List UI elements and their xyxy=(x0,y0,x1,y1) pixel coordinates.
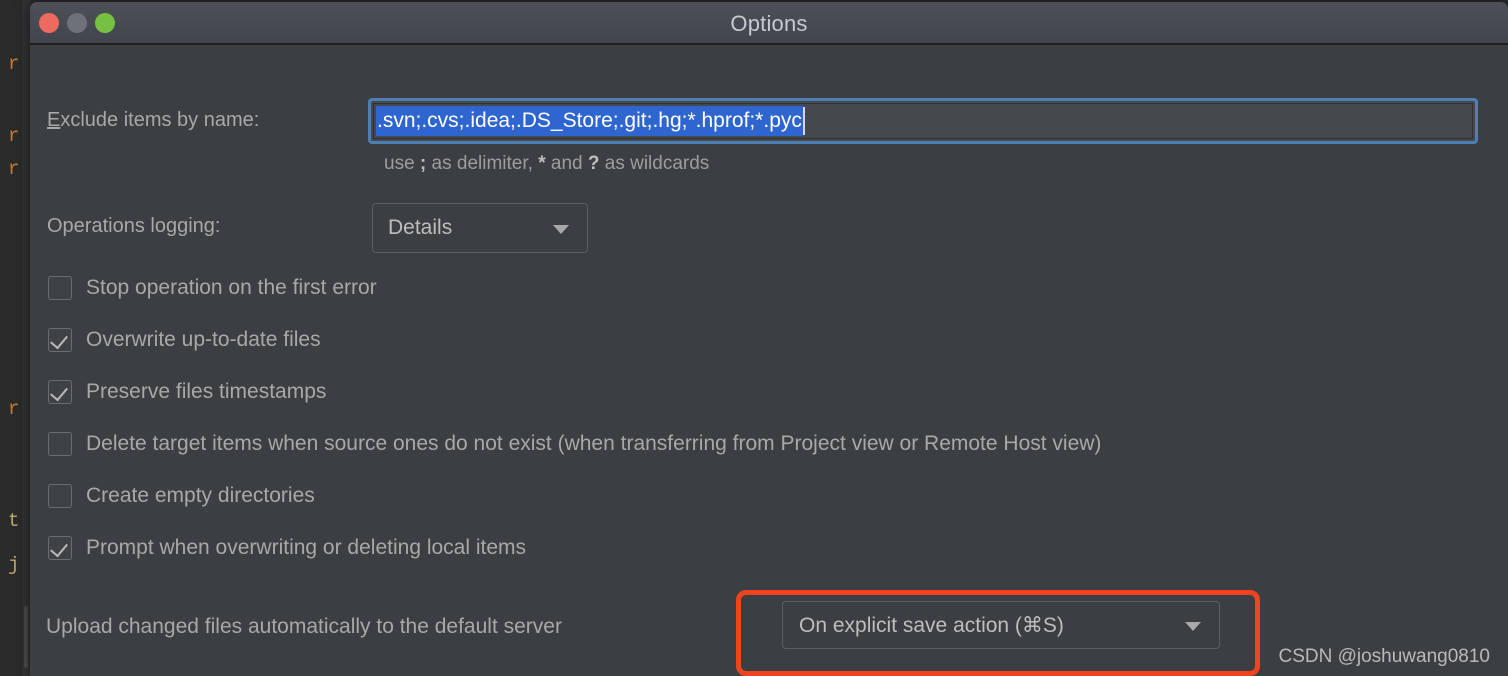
exclude-items-label-mnemonic: E xyxy=(47,109,61,131)
checkbox-row-stop-operation[interactable]: Stop operation on the first error xyxy=(48,273,377,303)
exclude-items-label-rest: xclude items by name: xyxy=(60,109,260,131)
editor-scrollbar-thumb[interactable] xyxy=(24,606,28,668)
exclude-items-row: Exclude items by name: .svn;.cvs;.idea;.… xyxy=(30,98,1508,144)
checkbox-row-prompt-when-overwriting[interactable]: Prompt when overwriting or deleting loca… xyxy=(48,533,526,563)
code-fragment: t xyxy=(8,510,20,532)
hint-question-symbol: ? xyxy=(587,153,600,174)
ide-editor-backdrop: r r r r t j xyxy=(0,0,30,676)
code-fragment: r xyxy=(8,158,20,180)
checkbox-label: Prompt when overwriting or deleting loca… xyxy=(86,536,527,559)
exclude-items-input-focus-ring: .svn;.cvs;.idea;.DS_Store;.git;.hg;*.hpr… xyxy=(368,98,1478,144)
hint-text-3: and xyxy=(545,153,588,174)
code-fragment: j xyxy=(8,554,20,576)
code-fragment: r xyxy=(8,53,20,75)
upload-changed-files-value: On explicit save action (⌘S) xyxy=(799,613,1064,637)
hint-star-symbol: * xyxy=(538,153,546,174)
checkbox-label: Create empty directories xyxy=(86,484,315,507)
exclude-items-hint: use ; as delimiter, * and ? as wildcards xyxy=(384,153,709,175)
code-fragment: r xyxy=(8,125,20,147)
chevron-down-icon xyxy=(553,225,569,234)
checkbox-stop-operation[interactable] xyxy=(48,276,72,300)
checkbox-label: Stop operation on the first error xyxy=(86,276,377,299)
operations-logging-value: Details xyxy=(388,216,453,239)
exclude-items-input[interactable]: .svn;.cvs;.idea;.DS_Store;.git;.hg;*.hpr… xyxy=(373,103,1473,139)
screenshot-root: r r r r t j Options Exclude items by nam… xyxy=(0,0,1508,676)
checkbox-label: Delete target items when source ones do … xyxy=(86,432,1102,455)
upload-changed-files-label: Upload changed files automatically to th… xyxy=(46,615,562,638)
window-title: Options xyxy=(730,11,808,36)
text-caret xyxy=(802,107,805,135)
dialog-titlebar[interactable]: Options xyxy=(30,2,1508,45)
checkbox-row-preserve-timestamps[interactable]: Preserve files timestamps xyxy=(48,377,326,407)
checkbox-overwrite-up-to-date[interactable] xyxy=(48,328,72,352)
hint-text-4: as wildcards xyxy=(599,153,710,174)
options-dialog: Options Exclude items by name: .svn;.cvs… xyxy=(30,2,1508,676)
hint-text-2: as delimiter, xyxy=(426,153,539,174)
checkbox-create-empty-directories[interactable] xyxy=(48,484,72,508)
checkbox-preserve-timestamps[interactable] xyxy=(48,380,72,404)
upload-changed-files-dropdown[interactable]: On explicit save action (⌘S) xyxy=(782,601,1220,649)
checkbox-label: Overwrite up-to-date files xyxy=(86,328,321,351)
exclude-items-label: Exclude items by name: xyxy=(47,109,259,132)
code-fragment: r xyxy=(8,398,20,420)
checkbox-row-delete-target-items[interactable]: Delete target items when source ones do … xyxy=(48,429,1101,459)
editor-gutter xyxy=(22,0,30,676)
dialog-content: Exclude items by name: .svn;.cvs;.idea;.… xyxy=(30,45,1508,676)
hint-text-1: use xyxy=(384,153,420,174)
checkbox-label: Preserve files timestamps xyxy=(86,380,327,403)
chevron-down-icon xyxy=(1185,622,1201,631)
exclude-items-input-value: .svn;.cvs;.idea;.DS_Store;.git;.hg;*.hpr… xyxy=(376,106,803,136)
watermark-text: CSDN @joshuwang0810 xyxy=(1278,646,1490,667)
checkbox-row-create-empty-directories[interactable]: Create empty directories xyxy=(48,481,315,511)
checkbox-row-overwrite-up-to-date[interactable]: Overwrite up-to-date files xyxy=(48,325,321,355)
checkbox-prompt-when-overwriting[interactable] xyxy=(48,536,72,560)
checkbox-delete-target-items[interactable] xyxy=(48,432,72,456)
operations-logging-label: Operations logging: xyxy=(47,215,221,237)
operations-logging-dropdown[interactable]: Details xyxy=(372,203,588,253)
